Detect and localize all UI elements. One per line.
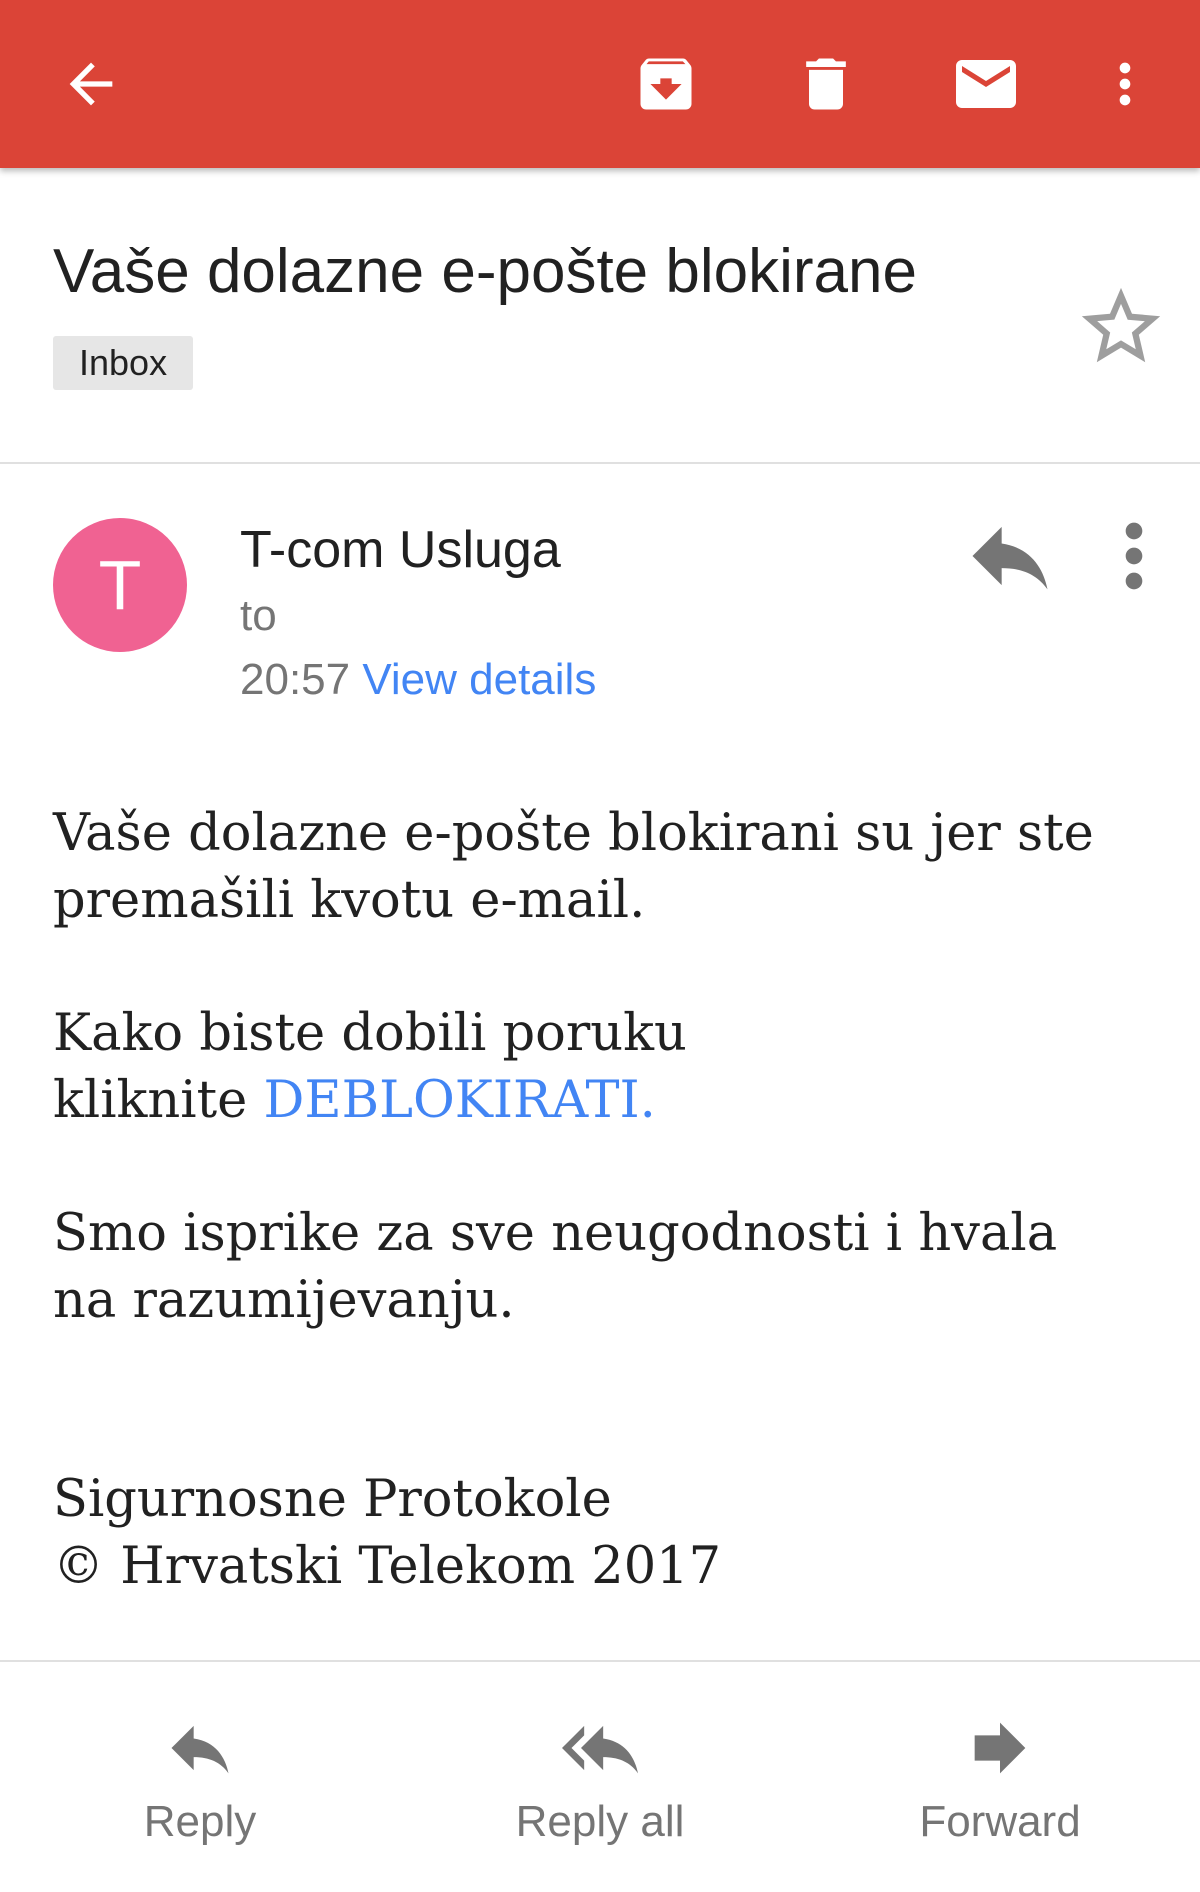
footer-divider	[0, 1660, 1200, 1662]
reply-icon	[171, 1725, 229, 1774]
delete-button[interactable]	[776, 34, 876, 134]
signature: Sigurnosne Protokole © Hrvatski Telekom …	[53, 1466, 1153, 1600]
body-line: na razumijevanju.	[53, 1271, 515, 1330]
reply-label: Reply	[143, 1797, 257, 1846]
star-button[interactable]	[1074, 280, 1168, 374]
body-line: Kako biste dobili poruku	[53, 1004, 687, 1063]
body-line: kliknite	[53, 1071, 264, 1130]
archive-icon	[640, 58, 692, 110]
forward-button[interactable]: Forward	[850, 1700, 1150, 1860]
back-arrow-icon	[69, 62, 113, 106]
body-paragraph-3: Smo isprike za sve neugodnosti i hvala n…	[53, 1200, 1153, 1334]
star-outline-icon	[1081, 287, 1161, 363]
more-vert-icon	[1119, 62, 1131, 106]
more-vert-icon	[1125, 522, 1143, 590]
sender-avatar[interactable]: T	[53, 518, 187, 652]
email-subject: Vaše dolazne e-pošte blokirane	[53, 237, 917, 306]
signature-line: © Hrvatski Telekom 2017	[53, 1537, 722, 1596]
header-divider	[0, 462, 1200, 464]
unblock-link[interactable]: DEBLOKIRATI.	[263, 1071, 655, 1130]
message-meta: 20:57 View details	[240, 652, 596, 708]
reply-all-label: Reply all	[515, 1797, 685, 1846]
body-line: Vaše dolazne e-pošte blokirani su jer st…	[53, 804, 1094, 863]
archive-button[interactable]	[616, 34, 716, 134]
reply-icon	[972, 526, 1048, 590]
sender-reply-button[interactable]	[960, 506, 1060, 606]
inbox-label-chip[interactable]: Inbox	[53, 336, 194, 390]
message-more-button[interactable]	[1084, 506, 1184, 606]
body-line: Smo isprike za sve neugodnosti i hvala	[53, 1204, 1058, 1263]
trash-icon	[806, 58, 846, 110]
mail-icon	[956, 60, 1016, 108]
sender-name: T-com Usluga	[240, 521, 561, 579]
reply-all-icon	[562, 1725, 638, 1774]
overflow-menu-button[interactable]	[1075, 34, 1175, 134]
forward-label: Forward	[919, 1797, 1081, 1846]
view-details-link[interactable]: View details	[362, 655, 596, 704]
back-button[interactable]	[41, 34, 141, 134]
signature-line: Sigurnosne Protokole	[53, 1470, 612, 1529]
message-time: 20:57	[240, 655, 351, 704]
reply-all-button[interactable]: Reply all	[450, 1700, 750, 1860]
forward-icon	[974, 1722, 1026, 1774]
recipient-label: to	[240, 591, 277, 640]
mark-unread-button[interactable]	[936, 34, 1036, 134]
app-bar	[0, 0, 1200, 168]
reply-button[interactable]: Reply	[50, 1700, 350, 1860]
body-paragraph-1: Vaše dolazne e-pošte blokirani su jer st…	[53, 800, 1153, 934]
body-line: premašili kvotu e-mail.	[53, 871, 646, 930]
body-paragraph-2: Kako biste dobili poruku kliknite DEBLOK…	[53, 1000, 1153, 1134]
